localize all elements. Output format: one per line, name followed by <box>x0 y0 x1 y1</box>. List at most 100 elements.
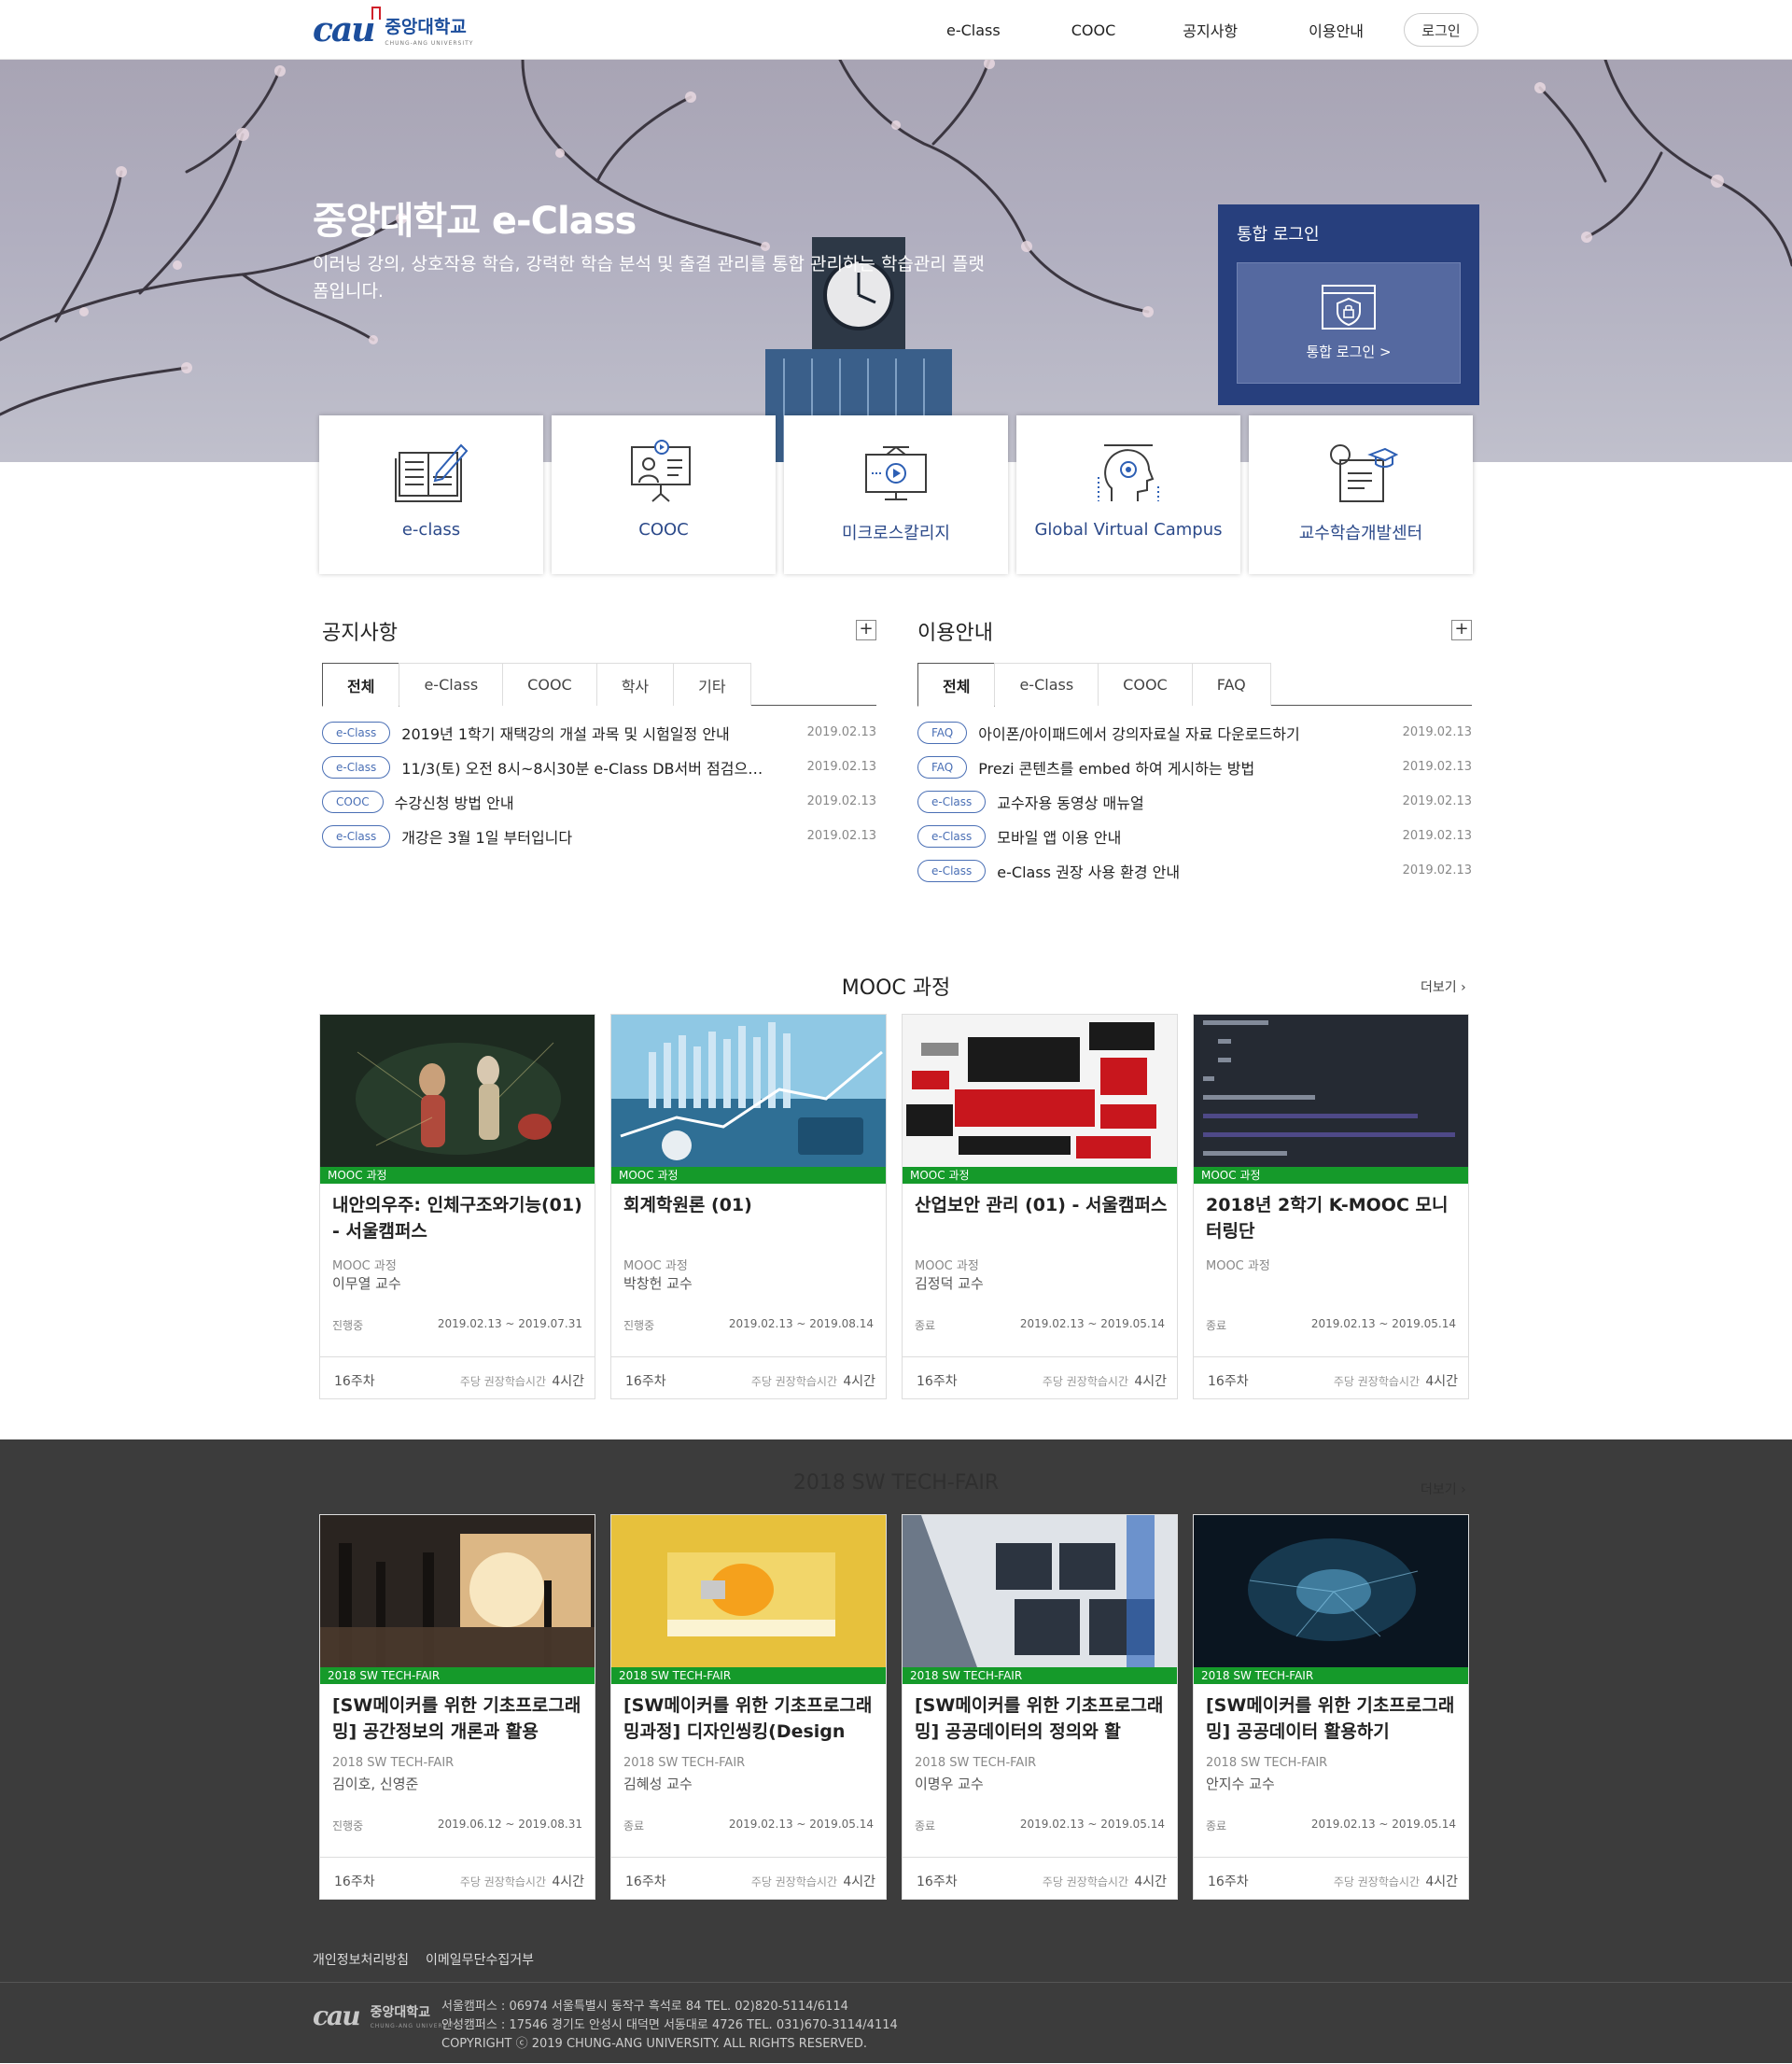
course-card[interactable]: 2018 SW TECH-FAIR [SW메이커를 위한 기초프로그래밍] 공간… <box>319 1514 595 1900</box>
list-item[interactable]: e-Class 모바일 앱 이용 안내 2019.02.13 <box>917 819 1472 853</box>
card-week: 16주차 <box>917 1874 958 1889</box>
login-box-title: 통합 로그인 <box>1237 225 1320 245</box>
footer-copyright: COPYRIGHT ⓒ 2019 CHUNG-ANG UNIVERSITY. A… <box>441 2037 867 2051</box>
course-card[interactable]: 2018 SW TECH-FAIR [SW메이커를 위한 기초프로그래밍] 공공… <box>1193 1514 1469 1900</box>
list-item-date: 2019.02.13 <box>806 829 876 843</box>
card-category-bar: 2018 SW TECH-FAIR <box>611 1667 886 1684</box>
list-item-title[interactable]: 아이폰/아이패드에서 강의자료실 자료 다운로드하기 <box>978 722 1351 744</box>
course-card[interactable]: 2018 SW TECH-FAIR [SW메이커를 위한 기초프로그래밍] 공공… <box>902 1514 1178 1900</box>
office-silhouette-thumbnail-icon <box>320 1515 595 1667</box>
list-item-title[interactable]: 교수자용 동영상 매뉴얼 <box>997 791 1370 813</box>
list-item[interactable]: e-Class 개강은 3월 1일 부터입니다 2019.02.13 <box>322 819 876 853</box>
email-refusal-link[interactable]: 이메일무단수집거부 <box>426 1950 534 1969</box>
card-hours: 4시간 <box>1134 1374 1167 1389</box>
category-badge: e-Class <box>917 859 987 882</box>
quick-menu: e-class COOC 미크로스칼리지 Global Virtual Camp… <box>319 415 1481 574</box>
card-category-bar: 2018 SW TECH-FAIR <box>320 1667 595 1684</box>
course-card[interactable]: 2018 SW TECH-FAIR [SW메이커를 위한 기초프로그래밍과정] … <box>610 1514 887 1900</box>
card-hours: 4시간 <box>1425 1374 1458 1389</box>
privacy-policy-link[interactable]: 개인정보처리방침 <box>313 1950 409 1969</box>
list-item-title[interactable]: 11/3(토) 오전 8시~8시30분 e-Class DB서버 점검으로 ..… <box>401 756 775 779</box>
list-item-title[interactable]: 2019년 1학기 재택강의 개설 과목 및 시험일정 안내 <box>401 722 775 744</box>
nav-notice[interactable]: 공지사항 <box>1183 19 1238 41</box>
list-item-title[interactable]: 수강신청 방법 안내 <box>395 791 768 813</box>
card-title[interactable]: [SW메이커를 위한 기초프로그래밍과정] 디자인씽킹(Design <box>623 1692 877 1745</box>
list-item[interactable]: e-Class e-Class 권장 사용 환경 안내 2019.02.13 <box>917 853 1472 888</box>
network-thumbnail-icon <box>1194 1515 1468 1667</box>
category-badge: e-Class <box>322 721 391 744</box>
course-card[interactable]: MOOC 과정 산업보안 관리 (01) - 서울캠퍼스 MOOC 과정 김정덕… <box>902 1014 1178 1399</box>
notice-tab-academic[interactable]: 학사 <box>595 663 675 706</box>
nav-guide[interactable]: 이용안내 <box>1309 19 1364 41</box>
notice-tab-cooc[interactable]: COOC <box>502 663 597 706</box>
guide-more-plus-icon[interactable]: + <box>1451 620 1472 640</box>
quick-global-virtual-campus[interactable]: Global Virtual Campus <box>1016 415 1240 574</box>
card-hours-label: 주당 권장학습시간 <box>750 1375 837 1388</box>
quick-global-virtual-campus-label: Global Virtual Campus <box>1034 520 1223 540</box>
card-status: 종료 <box>1206 1319 1227 1332</box>
list-item-date: 2019.02.13 <box>806 725 876 739</box>
card-title[interactable]: 2018년 2학기 K-MOOC 모니터링단 <box>1206 1192 1460 1244</box>
logo[interactable]: cau 중앙대학교 CHUNG-ANG UNIVERSITY <box>313 7 473 50</box>
card-period: 2019.02.13 ~ 2019.05.14 <box>1019 1818 1165 1831</box>
integrated-login-box: 통합 로그인 통합 로그인 > <box>1218 204 1479 405</box>
list-item-date: 2019.02.13 <box>1402 829 1472 843</box>
card-hours: 4시간 <box>552 1874 584 1889</box>
course-card[interactable]: MOOC 과정 내안의우주: 인체구조와기능(01) - 서울캠퍼스 MOOC … <box>319 1014 595 1399</box>
quick-cooc[interactable]: COOC <box>552 415 776 574</box>
quick-eclass[interactable]: e-class <box>319 415 543 574</box>
integrated-login-button[interactable]: 통합 로그인 > <box>1237 262 1461 384</box>
list-item[interactable]: FAQ 아이폰/아이패드에서 강의자료실 자료 다운로드하기 2019.02.1… <box>917 715 1472 750</box>
card-footer: 16주차 주당 권장학습시간 4시간 <box>903 1356 1177 1398</box>
notice-tabs: 전체 e-Class COOC 학사 기타 <box>322 663 876 707</box>
card-hours-label: 주당 권장학습시간 <box>459 1375 546 1388</box>
notice-tab-all[interactable]: 전체 <box>322 663 400 707</box>
guide-tab-eclass[interactable]: e-Class <box>994 663 1099 706</box>
tech-fair-more-link[interactable]: 더보기 › <box>1421 1480 1466 1498</box>
notice-tab-eclass[interactable]: e-Class <box>399 663 504 706</box>
card-title[interactable]: [SW메이커를 위한 기초프로그래밍] 공간정보의 개론과 활용 <box>332 1692 586 1745</box>
list-item-title[interactable]: Prezi 콘텐츠를 embed 하여 게시하는 방법 <box>978 756 1351 779</box>
card-title[interactable]: 회계학원론 (01) <box>623 1192 877 1244</box>
code-editor-thumbnail-icon <box>1194 1015 1468 1167</box>
list-item[interactable]: COOC 수강신청 방법 안내 2019.02.13 <box>322 784 876 819</box>
card-period: 2019.02.13 ~ 2019.07.31 <box>437 1317 582 1330</box>
card-category: MOOC 과정 <box>332 1259 397 1273</box>
list-item[interactable]: e-Class 교수자용 동영상 매뉴얼 2019.02.13 <box>917 784 1472 819</box>
secure-lock-icon <box>1322 285 1376 330</box>
nav-eclass[interactable]: e-Class <box>946 21 1001 39</box>
card-period: 2019.06.12 ~ 2019.08.31 <box>437 1818 582 1831</box>
notice-more-plus-icon[interactable]: + <box>856 620 876 640</box>
nav-cooc[interactable]: COOC <box>1071 21 1116 39</box>
card-title[interactable]: 내안의우주: 인체구조와기능(01) - 서울캠퍼스 <box>332 1192 586 1244</box>
guide-tab-all[interactable]: 전체 <box>917 663 996 707</box>
notice-board: 공지사항 + 전체 e-Class COOC 학사 기타 e-Class 201… <box>322 616 876 853</box>
guide-board: 이용안내 + 전체 e-Class COOC FAQ FAQ 아이폰/아이패드에… <box>917 616 1472 888</box>
list-item-title[interactable]: 모바일 앱 이용 안내 <box>997 825 1370 848</box>
card-hours-label: 주당 권장학습시간 <box>750 1875 837 1888</box>
list-item-title[interactable]: 개강은 3월 1일 부터입니다 <box>401 825 775 848</box>
card-title[interactable]: [SW메이커를 위한 기초프로그래밍] 공공데이터 활용하기 <box>1206 1692 1460 1745</box>
course-card[interactable]: MOOC 과정 2018년 2학기 K-MOOC 모니터링단 MOOC 과정 종… <box>1193 1014 1469 1399</box>
quick-micro-college[interactable]: 미크로스칼리지 <box>784 415 1008 574</box>
list-item[interactable]: e-Class 11/3(토) 오전 8시~8시30분 e-Class DB서버… <box>322 750 876 784</box>
card-hours: 4시간 <box>843 1374 875 1389</box>
guide-tabs: 전체 e-Class COOC FAQ <box>917 663 1472 707</box>
quick-teaching-center[interactable]: 교수학습개발센터 <box>1249 415 1473 574</box>
notice-tab-etc[interactable]: 기타 <box>673 663 751 706</box>
list-item[interactable]: e-Class 2019년 1학기 재택강의 개설 과목 및 시험일정 안내 2… <box>322 715 876 750</box>
guide-tab-cooc[interactable]: COOC <box>1098 663 1193 706</box>
list-item-title[interactable]: e-Class 권장 사용 환경 안내 <box>997 860 1370 882</box>
course-card[interactable]: MOOC 과정 회계학원론 (01) MOOC 과정 박창헌 교수 진행중 20… <box>610 1014 887 1399</box>
mooc-more-link[interactable]: 더보기 › <box>1421 977 1466 996</box>
card-category-bar: MOOC 과정 <box>1194 1167 1468 1184</box>
card-professor: 김혜성 교수 <box>623 1776 693 1792</box>
card-hours: 4시간 <box>843 1874 875 1889</box>
guide-tab-faq[interactable]: FAQ <box>1191 663 1271 706</box>
card-title[interactable]: [SW메이커를 위한 기초프로그래밍] 공공데이터의 정의와 활 <box>915 1692 1169 1745</box>
anatomy-thumbnail-icon <box>320 1015 595 1167</box>
login-button[interactable]: 로그인 <box>1404 13 1478 47</box>
list-item[interactable]: FAQ Prezi 콘텐츠를 embed 하여 게시하는 방법 2019.02.… <box>917 750 1472 784</box>
card-title[interactable]: 산업보안 관리 (01) - 서울캠퍼스 <box>915 1192 1169 1244</box>
category-badge: e-Class <box>322 824 391 848</box>
